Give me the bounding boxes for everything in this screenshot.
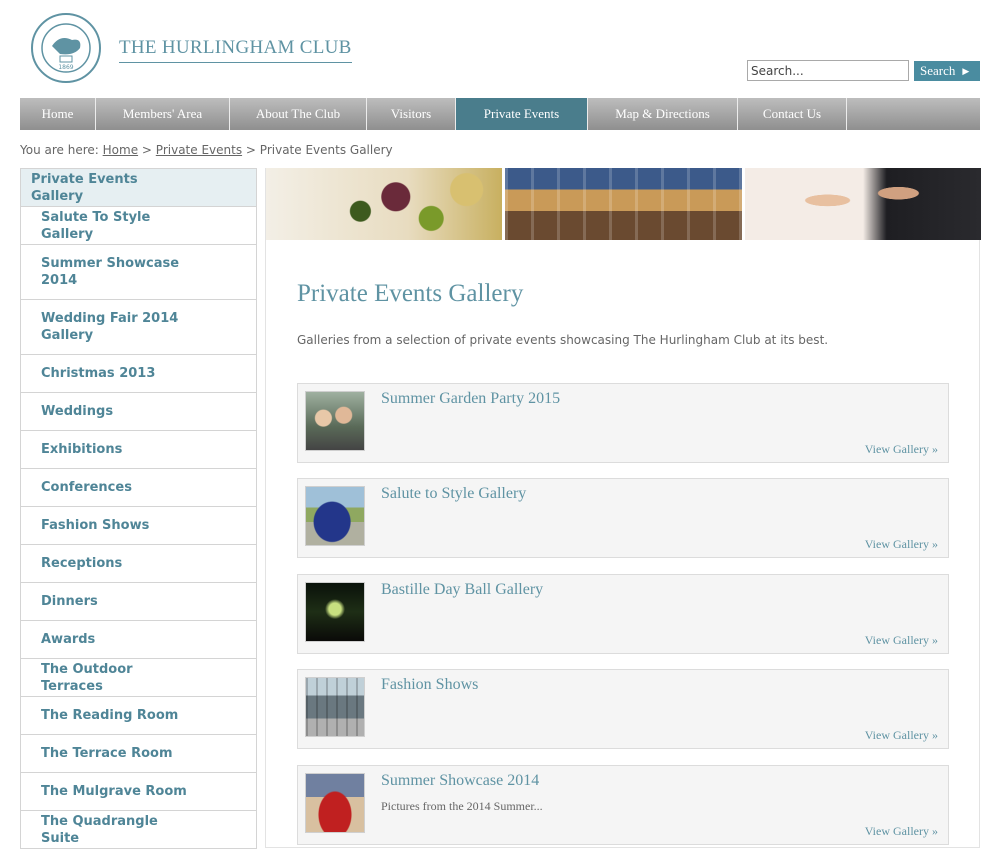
- sidebar-item-label: Conferences: [41, 480, 132, 495]
- logo-year: 1869: [58, 64, 73, 71]
- gallery-thumbnail[interactable]: [305, 391, 365, 451]
- sidebar: Private Events Gallery Salute To Style G…: [20, 168, 257, 849]
- sidebar-item-label: Christmas 2013: [41, 366, 156, 381]
- nav-item-members-area[interactable]: Members' Area: [96, 98, 230, 130]
- sidebar-item-mulgrave-room[interactable]: The Mulgrave Room: [21, 773, 256, 811]
- sidebar-item-label: The Reading Room: [41, 708, 179, 723]
- nav-item-visitors[interactable]: Visitors: [367, 98, 456, 130]
- search-button-label: Search: [920, 63, 956, 78]
- nav-item-map-directions[interactable]: Map & Directions: [588, 98, 738, 130]
- sidebar-item-outdoor-terraces[interactable]: The Outdoor Terraces: [21, 659, 256, 697]
- gallery-thumbnail[interactable]: [305, 677, 365, 737]
- sidebar-item-quadrangle-suite[interactable]: The Quadrangle Suite: [21, 811, 256, 849]
- sidebar-item-private-events-gallery[interactable]: Private Events Gallery: [21, 169, 256, 207]
- sidebar-item-label: The Outdoor Terraces: [41, 661, 133, 694]
- breadcrumb-private-events-link[interactable]: Private Events: [156, 143, 242, 157]
- sidebar-item-conferences[interactable]: Conferences: [21, 469, 256, 507]
- main-content: Private Events Gallery Galleries from a …: [265, 168, 981, 848]
- gallery-title[interactable]: Salute to Style Gallery: [381, 485, 526, 503]
- sidebar-item-label: Fashion Shows: [41, 518, 150, 533]
- sidebar-item-label: Receptions: [41, 556, 123, 571]
- view-gallery-link[interactable]: View Gallery »: [865, 728, 938, 743]
- gallery-thumbnail[interactable]: [305, 582, 365, 642]
- breadcrumb-separator: >: [141, 143, 152, 157]
- sidebar-item-label: The Terrace Room: [41, 746, 173, 761]
- view-gallery-link[interactable]: View Gallery »: [865, 442, 938, 457]
- view-gallery-link[interactable]: View Gallery »: [865, 633, 938, 648]
- sidebar-item-label: The Quadrangle Suite: [41, 813, 158, 846]
- intro-text: Galleries from a selection of private ev…: [297, 333, 829, 347]
- sidebar-item-label: The Mulgrave Room: [41, 784, 187, 799]
- sidebar-item-label: Weddings: [41, 404, 114, 419]
- gallery-card[interactable]: Bastille Day Ball Gallery View Gallery »: [297, 574, 949, 654]
- gallery-thumbnail[interactable]: [305, 773, 365, 833]
- gallery-title[interactable]: Fashion Shows: [381, 676, 478, 694]
- sidebar-item-fashion-shows[interactable]: Fashion Shows: [21, 507, 256, 545]
- club-name[interactable]: THE HURLINGHAM CLUB: [119, 37, 352, 63]
- sidebar-item-reading-room[interactable]: The Reading Room: [21, 697, 256, 735]
- sidebar-item-label: Summer Showcase 2014: [41, 256, 180, 288]
- search-input[interactable]: [747, 60, 909, 81]
- sidebar-item-christmas-2013[interactable]: Christmas 2013: [21, 355, 256, 393]
- breadcrumb-current: Private Events Gallery: [259, 143, 393, 157]
- view-gallery-link[interactable]: View Gallery »: [865, 537, 938, 552]
- gallery-title[interactable]: Summer Showcase 2014: [381, 772, 539, 790]
- sidebar-item-weddings[interactable]: Weddings: [21, 393, 256, 431]
- banner-image-wedding: [744, 168, 981, 240]
- breadcrumb-prefix: You are here:: [20, 143, 99, 157]
- nav-item-about-the-club[interactable]: About The Club: [230, 98, 367, 130]
- gallery-title[interactable]: Summer Garden Party 2015: [381, 390, 560, 408]
- sidebar-item-exhibitions[interactable]: Exhibitions: [21, 431, 256, 469]
- sidebar-item-salute-to-style-gallery[interactable]: Salute To Style Gallery: [21, 207, 256, 245]
- view-gallery-link[interactable]: View Gallery »: [865, 824, 938, 839]
- nav-item-home[interactable]: Home: [20, 98, 96, 130]
- gallery-title[interactable]: Bastille Day Ball Gallery: [381, 581, 543, 599]
- gallery-card[interactable]: Fashion Shows View Gallery »: [297, 669, 949, 749]
- gallery-card[interactable]: Summer Garden Party 2015 View Gallery »: [297, 383, 949, 463]
- gallery-card[interactable]: Salute to Style Gallery View Gallery »: [297, 478, 949, 558]
- nav-item-private-events[interactable]: Private Events: [456, 98, 588, 130]
- sidebar-item-label: Awards: [41, 632, 96, 647]
- sidebar-item-label: Private Events Gallery: [31, 171, 138, 204]
- breadcrumb-separator: >: [245, 143, 256, 157]
- sidebar-item-label: Dinners: [41, 594, 98, 609]
- sidebar-item-terrace-room[interactable]: The Terrace Room: [21, 735, 256, 773]
- main-nav: Home Members' Area About The Club Visito…: [20, 98, 980, 130]
- breadcrumb: You are here: Home > Private Events > Pr…: [20, 143, 393, 157]
- banner-image-hall: [505, 168, 742, 240]
- gallery-thumbnail[interactable]: [305, 486, 365, 546]
- breadcrumb-home-link[interactable]: Home: [103, 143, 138, 157]
- sidebar-item-summer-showcase-2014[interactable]: Summer Showcase 2014: [21, 245, 256, 300]
- sidebar-item-wedding-fair-2014-gallery[interactable]: Wedding Fair 2014 Gallery: [21, 300, 256, 355]
- play-arrow-icon: ▶: [962, 65, 970, 76]
- page-title: Private Events Gallery: [297, 280, 524, 307]
- nav-item-contact-us[interactable]: Contact Us: [738, 98, 847, 130]
- sidebar-item-label: Exhibitions: [41, 442, 123, 457]
- sidebar-item-awards[interactable]: Awards: [21, 621, 256, 659]
- gallery-description: Pictures from the 2014 Summer...: [381, 799, 543, 813]
- search-button[interactable]: Search ▶: [914, 61, 980, 81]
- sidebar-item-receptions[interactable]: Receptions: [21, 545, 256, 583]
- banner-image-food: [266, 168, 503, 240]
- sidebar-item-dinners[interactable]: Dinners: [21, 583, 256, 621]
- sidebar-item-label: Wedding Fair 2014 Gallery: [41, 311, 179, 343]
- sidebar-item-label: Salute To Style Gallery: [41, 209, 151, 242]
- banner: [266, 168, 981, 240]
- gallery-card[interactable]: Summer Showcase 2014 Pictures from the 2…: [297, 765, 949, 845]
- club-logo[interactable]: 1869: [30, 12, 102, 84]
